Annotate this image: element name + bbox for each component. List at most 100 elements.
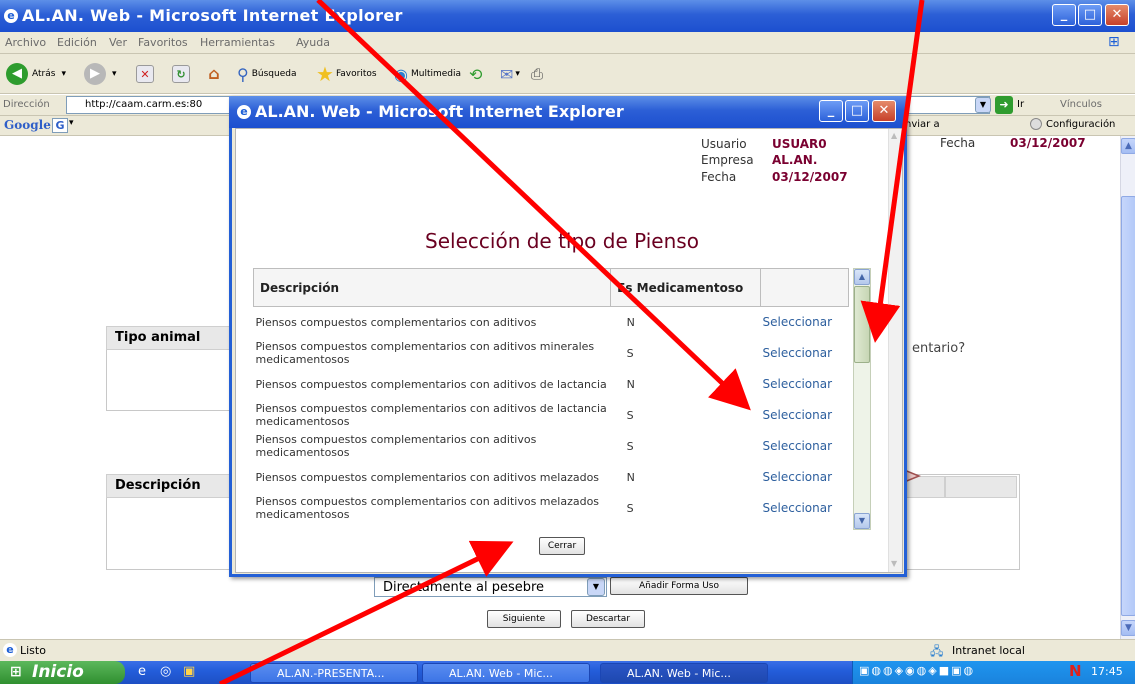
taskbar-item-active[interactable]: AL.AN. Web - Mic...	[600, 663, 768, 683]
popup-title-bar[interactable]: e AL.AN. Web - Microsoft Internet Explor…	[229, 96, 907, 128]
quicklaunch-globe-icon[interactable]: ◎	[160, 664, 171, 679]
search-button[interactable]: ⚲ Búsqueda	[237, 61, 296, 87]
send-to-label[interactable]: nviar a	[905, 119, 940, 130]
add-forma-uso-button[interactable]: Añadir Forma Uso	[610, 577, 748, 595]
table-scroll-up-icon[interactable]: ▲	[854, 269, 870, 285]
table-scroll-down-icon[interactable]: ▼	[854, 513, 870, 529]
minimize-button[interactable]: _	[1052, 4, 1076, 26]
quicklaunch-folder-icon[interactable]: ▣	[183, 664, 195, 679]
select-link[interactable]: Seleccionar	[763, 346, 832, 360]
stop-icon: ✕	[136, 65, 154, 83]
next-button[interactable]: Siguiente	[487, 610, 561, 628]
row-medicamentoso: S	[626, 439, 634, 453]
scroll-up-icon[interactable]: ▲	[1121, 138, 1135, 154]
intranet-icon: 🖧	[930, 644, 944, 658]
popup-close-button[interactable]: ✕	[872, 100, 896, 122]
favorites-label: Favoritos	[335, 69, 377, 79]
question-fragment: entario?	[912, 341, 966, 356]
mail-button[interactable]: ✉ ▾	[500, 61, 520, 87]
tray-n-icon[interactable]: N	[1069, 662, 1082, 680]
tray-icons[interactable]: ▣◍◍◈◉◍◈■▣◍	[859, 664, 975, 677]
mail-icon: ✉	[500, 64, 514, 84]
multimedia-button[interactable]: ◉ Multimedia	[394, 61, 461, 87]
select-link[interactable]: Seleccionar	[763, 470, 832, 484]
menu-archivo[interactable]: Archivo	[5, 36, 46, 49]
pienso-table: Descripción Es Medicamentoso Piensos com…	[252, 268, 849, 524]
popup-scroll-down-icon[interactable]: ▼	[891, 559, 897, 568]
links-label[interactable]: Vínculos	[1060, 99, 1102, 110]
row-description: Piensos compuestos complementarios con a…	[255, 433, 537, 459]
select-link[interactable]: Seleccionar	[763, 501, 832, 515]
print-button[interactable]: ⎙	[531, 61, 543, 87]
address-dropdown-icon[interactable]: ▼	[975, 97, 991, 113]
empresa-value: AL.AN.	[772, 153, 818, 167]
start-button[interactable]: ⊞ Inicio	[0, 661, 125, 684]
row-medicamentoso: N	[626, 315, 635, 329]
settings-radio-icon	[1030, 118, 1042, 130]
table-row: Piensos compuestos complementarios con a…	[254, 400, 849, 431]
popup-scroll-up-icon[interactable]: ▲	[891, 131, 897, 140]
scroll-thumb[interactable]	[1121, 196, 1135, 616]
chevron-down-icon[interactable]: ▼	[587, 578, 605, 596]
header-cell	[945, 476, 1017, 498]
row-description: Piensos compuestos complementarios con a…	[255, 402, 607, 428]
select-link[interactable]: Seleccionar	[763, 315, 832, 329]
maximize-button[interactable]: □	[1078, 4, 1102, 26]
forma-uso-select[interactable]: Directamente al pesebre	[374, 577, 607, 597]
refresh-button[interactable]: ↻	[172, 61, 190, 87]
fecha-value: 03/12/2007	[1010, 136, 1086, 150]
settings-label[interactable]: Configuración	[1046, 119, 1115, 130]
close-popup-button[interactable]: Cerrar	[539, 537, 585, 555]
go-label[interactable]: Ir	[1017, 99, 1024, 110]
table-scroll-thumb[interactable]	[854, 286, 870, 363]
main-title-bar[interactable]: e AL.AN. Web - Microsoft Internet Explor…	[0, 0, 1135, 32]
stop-button[interactable]: ✕	[136, 61, 154, 87]
multimedia-icon: ◉	[394, 64, 408, 84]
menu-favoritos[interactable]: Favoritos	[138, 36, 188, 49]
popup-body: Usuario USUAR0 Empresa AL.AN. Fecha 03/1…	[235, 128, 903, 573]
system-tray: ▣◍◍◈◉◍◈■▣◍ N 17:45	[852, 661, 1135, 684]
scroll-down-icon[interactable]: ▼	[1121, 620, 1135, 636]
select-link[interactable]: Seleccionar	[763, 408, 832, 422]
windows-logo-icon: ⊞	[1108, 34, 1120, 50]
favorites-button[interactable]: ★ Favoritos	[316, 61, 377, 87]
go-arrow-icon[interactable]: ➜	[995, 96, 1013, 114]
menu-edicion[interactable]: Edición	[57, 36, 97, 49]
table-row: Piensos compuestos complementarios con a…	[254, 338, 849, 369]
row-description: Piensos compuestos complementarios con a…	[255, 470, 600, 484]
forward-button[interactable]: ▶ ▾	[84, 61, 117, 87]
windows-logo-icon: ⊞	[10, 664, 22, 680]
row-medicamentoso: S	[626, 408, 634, 422]
close-button[interactable]: ✕	[1105, 4, 1129, 26]
taskbar-item[interactable]: AL.AN.-PRESENTA...	[250, 663, 418, 683]
taskbar-item[interactable]: AL.AN. Web - Mic...	[422, 663, 590, 683]
toolbar: ◀ Atrás ▾ ▶ ▾ ✕ ↻ ⌂ ⚲ Búsqueda ★ Favorit…	[0, 54, 1135, 94]
discard-button[interactable]: Descartar	[571, 610, 645, 628]
back-button[interactable]: ◀ Atrás ▾	[6, 61, 66, 87]
row-medicamentoso: N	[626, 470, 635, 484]
menu-ver[interactable]: Ver	[109, 36, 127, 49]
ie-icon: e	[237, 105, 251, 119]
table-row: Piensos compuestos complementarios con a…	[254, 369, 849, 400]
select-link[interactable]: Seleccionar	[763, 439, 832, 453]
popup-maximize-button[interactable]: □	[845, 100, 869, 122]
menu-herramientas[interactable]: Herramientas	[200, 36, 275, 49]
back-arrow-icon: ◀	[6, 63, 28, 85]
status-text: Listo	[20, 644, 46, 657]
page-scrollbar[interactable]: ▲ ▼	[1120, 136, 1135, 639]
menu-ayuda[interactable]: Ayuda	[296, 36, 330, 49]
history-button[interactable]: ⟲	[469, 61, 482, 87]
quicklaunch-ie-icon[interactable]: e	[138, 664, 146, 679]
table-scrollbar[interactable]: ▲ ▼	[853, 268, 871, 530]
select-link[interactable]: Seleccionar	[763, 377, 832, 391]
popup-minimize-button[interactable]: _	[819, 100, 843, 122]
table-row: Piensos compuestos complementarios con a…	[254, 462, 849, 493]
column-header-descripcion: Descripción	[252, 268, 612, 307]
home-button[interactable]: ⌂	[205, 61, 223, 87]
google-g-icon[interactable]: G	[52, 118, 68, 133]
tipo-animal-header: Tipo animal	[106, 326, 236, 350]
address-input[interactable]: http://caam.carm.es:80	[66, 96, 231, 114]
search-icon: ⚲	[237, 64, 249, 84]
menu-bar: Archivo Edición Ver Favoritos Herramient…	[0, 32, 1135, 54]
popup-scrollbar[interactable]: ▲ ▼	[888, 129, 902, 572]
